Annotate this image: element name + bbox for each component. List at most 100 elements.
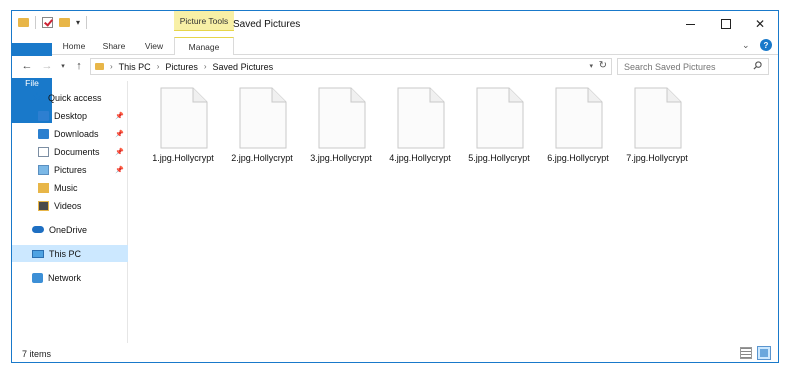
file-list: 1.jpg.Hollycrypt 2.jpg.Hollycrypt 3.jpg.… [130,81,776,343]
recent-locations-icon[interactable]: ▾ [56,59,70,73]
file-name: 2.jpg.Hollycrypt [231,153,293,163]
tab-manage[interactable]: Manage [174,37,234,55]
blank-file-icon [397,87,445,149]
tab-home[interactable]: Home [56,37,92,55]
toolbar-divider [35,16,36,29]
file-name: 5.jpg.Hollycrypt [468,153,530,163]
sidebar-item-label: Network [48,272,82,283]
maximize-button[interactable] [708,11,744,37]
sidebar-item-label: OneDrive [49,224,88,235]
quick-access-toolbar: ▾ [18,16,88,29]
blank-file-icon [634,87,682,149]
file-name: 4.jpg.Hollycrypt [389,153,451,163]
file-item[interactable]: 3.jpg.Hollycrypt [302,87,380,167]
tab-view[interactable]: View [136,37,172,55]
chevron-right-icon[interactable]: › [110,62,113,71]
breadcrumb-saved-pictures[interactable]: Saved Pictures [213,62,274,72]
navigation-pane: ★ Quick access Desktop 📌 Downloads 📌 Doc… [12,81,128,343]
blank-file-icon [160,87,208,149]
properties-icon[interactable] [42,17,53,28]
sidebar-item-this-pc[interactable]: This PC [12,245,128,262]
new-folder-icon[interactable] [59,18,70,27]
pictures-icon [38,164,49,175]
forward-arrow-icon[interactable]: → [40,59,54,73]
details-view-icon[interactable] [740,347,752,359]
chevron-right-icon[interactable]: › [157,62,160,71]
cloud-icon [32,226,44,233]
sidebar-item-quick-access[interactable]: ★ Quick access [12,89,128,106]
file-item[interactable]: 1.jpg.Hollycrypt [144,87,222,167]
videos-icon [38,200,49,211]
title-bar: ▾ Picture Tools Saved Pictures ✕ [12,11,778,37]
sidebar-item-label: Videos [54,200,82,211]
sidebar-item-videos[interactable]: Videos [12,197,128,214]
item-count: 7 items [22,348,52,359]
desktop-icon [38,110,49,121]
file-item[interactable]: 4.jpg.Hollycrypt [381,87,459,167]
minimize-button[interactable] [672,11,708,37]
music-icon [38,182,49,193]
sidebar-item-desktop[interactable]: Desktop 📌 [12,107,128,124]
sidebar-item-label: Desktop [54,110,88,121]
folder-icon [95,63,104,70]
file-name: 7.jpg.Hollycrypt [626,153,688,163]
chevron-right-icon[interactable]: › [204,62,207,71]
search-input[interactable] [618,61,748,72]
file-item[interactable]: 5.jpg.Hollycrypt [460,87,538,167]
sidebar-item-downloads[interactable]: Downloads 📌 [12,125,128,142]
pin-icon[interactable]: 📌 [115,166,124,174]
address-dropdown-icon[interactable]: ▾ [589,62,593,70]
search-box[interactable] [617,58,769,75]
up-arrow-icon[interactable]: ↑ [72,59,86,73]
search-icon[interactable] [753,61,762,70]
sidebar-item-label: Documents [54,146,100,157]
address-bar[interactable]: › This PC › Pictures › Saved Pictures ▾ … [90,58,612,75]
explorer-window: ▾ Picture Tools Saved Pictures ✕ File Ho… [11,10,779,363]
file-name: 6.jpg.Hollycrypt [547,153,609,163]
computer-icon [32,249,44,258]
sidebar-item-documents[interactable]: Documents 📌 [12,143,128,160]
file-name: 3.jpg.Hollycrypt [310,153,372,163]
blank-file-icon [476,87,524,149]
help-icon[interactable]: ? [760,39,772,51]
breadcrumb-pictures[interactable]: Pictures [165,62,198,72]
sidebar-item-network[interactable]: Network [12,269,128,286]
ribbon-tabs: File Home Share View Manage ⌄ ? [12,37,778,123]
sidebar-item-label: Pictures [54,164,87,175]
file-item[interactable]: 2.jpg.Hollycrypt [223,87,301,167]
sidebar-item-music[interactable]: Music [12,179,128,196]
sidebar-item-label: This PC [49,248,82,259]
documents-icon [38,146,49,157]
large-icons-view-icon[interactable] [757,346,771,360]
pin-icon[interactable]: 📌 [115,148,124,156]
sidebar-item-pictures[interactable]: Pictures 📌 [12,161,128,178]
file-item[interactable]: 6.jpg.Hollycrypt [539,87,617,167]
file-name: 1.jpg.Hollycrypt [152,153,214,163]
pin-icon[interactable]: 📌 [115,130,124,138]
window-title: Saved Pictures [233,19,301,30]
sidebar-item-label: Quick access [48,92,102,103]
sidebar-item-label: Downloads [54,128,99,139]
blank-file-icon [555,87,603,149]
sidebar-item-onedrive[interactable]: OneDrive [12,221,128,238]
tab-share[interactable]: Share [96,37,132,55]
sidebar-item-label: Music [54,182,78,193]
star-icon: ★ [32,91,42,103]
back-arrow-icon[interactable]: ← [20,59,34,73]
customize-toolbar-icon[interactable]: ▾ [76,18,80,27]
downloads-icon [38,128,49,139]
picture-tools-header: Picture Tools [174,11,234,31]
file-item[interactable]: 7.jpg.Hollycrypt [618,87,696,167]
expand-ribbon-icon[interactable]: ⌄ [742,40,750,51]
toolbar-divider [86,16,88,29]
pin-icon[interactable]: 📌 [115,112,124,120]
folder-icon[interactable] [18,18,29,27]
breadcrumb-this-pc[interactable]: This PC [119,62,151,72]
blank-file-icon [239,87,287,149]
blank-file-icon [318,87,366,149]
network-icon [32,272,43,283]
close-button[interactable]: ✕ [742,11,778,37]
navigation-row: ← → ▾ ↑ › This PC › Pictures › Saved Pic… [12,56,778,78]
refresh-icon[interactable]: ↻ [599,60,607,71]
status-bar: 7 items [12,344,778,363]
